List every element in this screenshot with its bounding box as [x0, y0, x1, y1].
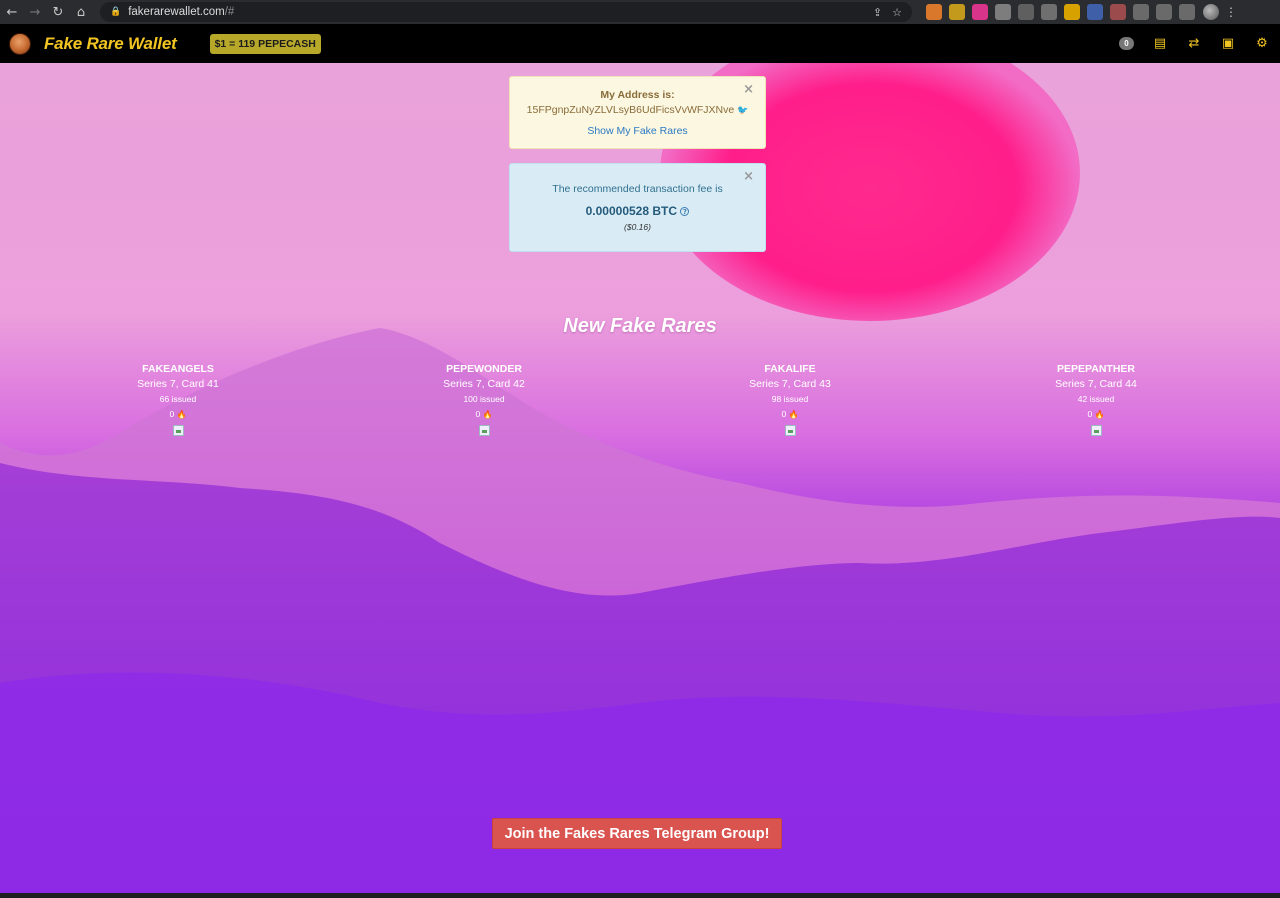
- queue-icon[interactable]: [1156, 4, 1172, 20]
- card-item[interactable]: FAKALIFE Series 7, Card 43 98 issued 0 🔥: [710, 363, 870, 436]
- url-path: /#: [224, 6, 235, 18]
- profile-avatar[interactable]: [1203, 4, 1219, 20]
- close-icon[interactable]: ×: [743, 169, 754, 184]
- bottom-strip: [0, 893, 1280, 898]
- like-count: 0: [1087, 409, 1093, 419]
- url-host: fakerarewallet.com: [128, 6, 225, 18]
- card-likes: 0 🔥: [1016, 409, 1176, 419]
- address-alert: × My Address is: 15FPgnpZuNyZLVLsyB6UdFi…: [509, 76, 766, 149]
- exchange-rate-badge: $1 = 119 PEPECASH: [209, 33, 321, 54]
- card-likes: 0 🔥: [710, 409, 870, 419]
- fee-btc-row: 0.00000528 BTC ?: [510, 204, 765, 218]
- chart-icon[interactable]: [1087, 4, 1103, 20]
- cash-icon[interactable]: ▣: [1220, 36, 1236, 51]
- card-name[interactable]: FAKALIFE: [710, 363, 870, 375]
- browser-menu-icon[interactable]: ⋮: [1225, 5, 1237, 19]
- card-series: Series 7, Card 44: [1055, 378, 1137, 390]
- card-series: Series 7, Card 43: [749, 378, 831, 390]
- card-issued: 100 issued: [463, 394, 505, 404]
- reload-icon[interactable]: ↻: [47, 1, 69, 23]
- card-item[interactable]: FAKEANGELS Series 7, Card 41 66 issued 0…: [98, 363, 258, 436]
- back-icon[interactable]: ←: [1, 1, 23, 23]
- chat-icon[interactable]: [995, 4, 1011, 20]
- card-issued: 66 issued: [159, 394, 197, 404]
- home-icon[interactable]: ⌂: [70, 1, 92, 23]
- brand-title[interactable]: Fake Rare Wallet: [44, 34, 177, 54]
- telegram-group-button[interactable]: Join the Fakes Rares Telegram Group!: [492, 818, 782, 849]
- card-image[interactable]: [478, 425, 490, 436]
- metamask-fox-icon[interactable]: [926, 4, 942, 20]
- section-title: New Fake Rares: [563, 315, 717, 337]
- help-icon[interactable]: ?: [680, 207, 690, 217]
- card-name[interactable]: FAKEANGELS: [98, 363, 258, 375]
- like-count: 0: [475, 409, 481, 419]
- card-name[interactable]: PEPEWONDER: [404, 363, 564, 375]
- extensions-row: [926, 4, 1195, 20]
- ring-icon[interactable]: [1110, 4, 1126, 20]
- fire-icon[interactable]: 🔥: [177, 410, 187, 419]
- card-name[interactable]: PEPEPANTHER: [1016, 363, 1176, 375]
- address-label: My Address is:: [600, 89, 675, 101]
- address-bar[interactable]: 🔒 fakerarewallet.com/# ⇪ ☆: [100, 2, 912, 22]
- address-value-row: 15FPgnpZuNyZLVLsyB6UdFicsVvWFJXNve 🐦: [510, 104, 765, 116]
- pepe-logo[interactable]: [9, 32, 31, 55]
- book-icon[interactable]: ▤: [1152, 36, 1168, 51]
- twitter-icon[interactable]: 🐦: [737, 106, 748, 116]
- fee-intro-text: The recommended transaction fee is: [552, 183, 723, 195]
- card-likes: 0 🔥: [98, 409, 258, 419]
- bookmark-star-icon[interactable]: ☆: [892, 6, 902, 19]
- browser-toolbar: ← → ↻ ⌂ 🔒 fakerarewallet.com/# ⇪ ☆ ⋮: [0, 0, 1280, 24]
- pink-square-icon[interactable]: [972, 4, 988, 20]
- card-image[interactable]: [784, 425, 796, 436]
- exchange-icon[interactable]: ⇄: [1186, 36, 1202, 51]
- coin-icon[interactable]: [949, 4, 965, 20]
- card-item[interactable]: PEPEPANTHER Series 7, Card 44 42 issued …: [1016, 363, 1176, 436]
- like-count: 0: [169, 409, 175, 419]
- hand-icon[interactable]: [1064, 4, 1080, 20]
- like-count: 0: [781, 409, 787, 419]
- card-series: Series 7, Card 41: [137, 378, 219, 390]
- card-item[interactable]: PEPEWONDER Series 7, Card 42 100 issued …: [404, 363, 564, 436]
- fee-btc-value: 0.00000528 BTC: [585, 204, 678, 218]
- fire-icon[interactable]: 🔥: [1095, 410, 1105, 419]
- card-image[interactable]: [172, 425, 184, 436]
- lock-icon: 🔒: [110, 7, 122, 17]
- wallet-address: 15FPgnpZuNyZLVLsyB6UdFicsVvWFJXNve: [526, 104, 735, 116]
- close-icon[interactable]: ×: [743, 82, 754, 97]
- main-content: × My Address is: 15FPgnpZuNyZLVLsyB6UdFi…: [0, 63, 1280, 893]
- fee-usd-value: ($0.16): [624, 222, 651, 232]
- fire-icon[interactable]: 🔥: [789, 410, 799, 419]
- show-my-fake-rares-link[interactable]: Show My Fake Rares: [510, 125, 765, 137]
- settings-icon[interactable]: ⚙: [1254, 36, 1270, 51]
- stack-icon[interactable]: [1041, 4, 1057, 20]
- notification-badge[interactable]: 0: [1119, 37, 1134, 50]
- fee-alert: × The recommended transaction fee is 0.0…: [509, 163, 766, 252]
- app-navbar: Fake Rare Wallet $1 = 119 PEPECASH 0 ▤ ⇄…: [0, 24, 1280, 63]
- sidebar-icon[interactable]: [1179, 4, 1195, 20]
- forward-icon[interactable]: →: [24, 1, 46, 23]
- s-icon[interactable]: [1018, 4, 1034, 20]
- puzzle-icon[interactable]: [1133, 4, 1149, 20]
- card-image[interactable]: [1090, 425, 1102, 436]
- share-icon[interactable]: ⇪: [873, 6, 882, 19]
- card-likes: 0 🔥: [404, 409, 564, 419]
- fire-icon[interactable]: 🔥: [483, 410, 493, 419]
- card-issued: 98 issued: [771, 394, 809, 404]
- card-issued: 42 issued: [1077, 394, 1115, 404]
- card-series: Series 7, Card 42: [443, 378, 525, 390]
